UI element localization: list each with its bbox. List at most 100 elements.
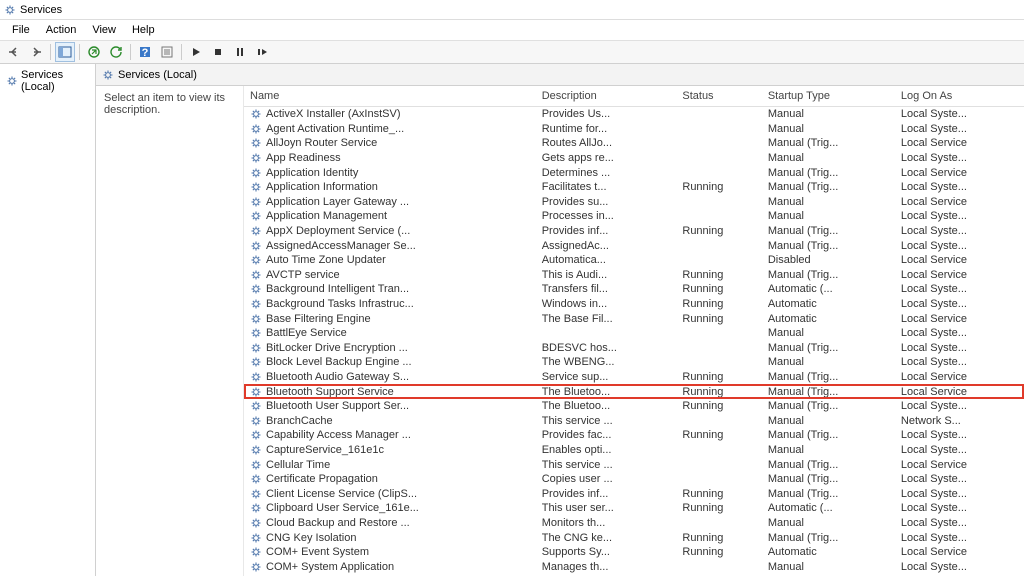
service-logon: Local Syste... [895,297,1024,312]
service-row[interactable]: App ReadinessGets apps re...ManualLocal … [244,151,1024,166]
service-row[interactable]: Certificate PropagationCopies user ...Ma… [244,472,1024,487]
service-logon: Local Service [895,370,1024,385]
back-button[interactable] [4,42,24,62]
service-row[interactable]: Auto Time Zone UpdaterAutomatica...Disab… [244,253,1024,268]
service-row[interactable]: AllJoyn Router ServiceRoutes AllJo...Man… [244,136,1024,151]
service-status: Running [676,428,761,443]
tree-node-services-local[interactable]: Services (Local) [4,68,91,94]
stop-service-button[interactable] [208,42,228,62]
menu-bar: File Action View Help [0,20,1024,40]
service-logon: Local Service [895,384,1024,399]
svg-text:?: ? [142,47,149,59]
service-desc: Facilitates t... [536,180,677,195]
service-logon: Local Syste... [895,428,1024,443]
service-row[interactable]: BitLocker Drive Encryption ...BDESVC hos… [244,341,1024,356]
service-startup: Manual (Trig... [762,136,895,151]
gear-icon [250,283,262,295]
service-row[interactable]: Application InformationFacilitates t...R… [244,180,1024,195]
service-status [676,443,761,458]
service-desc: Monitors th... [536,516,677,531]
service-desc: Service sup... [536,370,677,385]
service-row[interactable]: Client License Service (ClipS...Provides… [244,486,1024,501]
gear-icon [250,123,262,135]
menu-action[interactable]: Action [38,22,85,38]
service-row[interactable]: AppX Deployment Service (...Provides inf… [244,224,1024,239]
service-row[interactable]: Cellular TimeThis service ...Manual (Tri… [244,457,1024,472]
service-row[interactable]: AVCTP serviceThis is Audi...RunningManua… [244,268,1024,283]
service-status: Running [676,486,761,501]
col-name[interactable]: Name [244,86,536,107]
service-startup: Manual (Trig... [762,399,895,414]
gear-icon [250,313,262,325]
service-status: Running [676,297,761,312]
service-startup: Manual (Trig... [762,370,895,385]
help-button[interactable]: ? [135,42,155,62]
services-list[interactable]: Name Description Status Startup Type Log… [244,86,1024,576]
service-name: COM+ Event System [266,546,369,558]
service-logon: Local Syste... [895,180,1024,195]
forward-button[interactable] [26,42,46,62]
service-row[interactable]: CNG Key IsolationThe CNG ke...RunningMan… [244,530,1024,545]
service-desc: Automatica... [536,253,677,268]
menu-help[interactable]: Help [124,22,163,38]
column-headers[interactable]: Name Description Status Startup Type Log… [244,86,1024,107]
service-row[interactable]: BattlEye ServiceManualLocal Syste... [244,326,1024,341]
gear-icon [250,196,262,208]
service-desc: Provides su... [536,195,677,210]
gear-icon [250,167,262,179]
show-hide-tree-button[interactable] [55,42,75,62]
col-status[interactable]: Status [676,86,761,107]
service-row[interactable]: AssignedAccessManager Se...AssignedAc...… [244,238,1024,253]
service-status [676,151,761,166]
service-status: Running [676,399,761,414]
service-desc: Provides Us... [536,107,677,122]
properties-button[interactable] [157,42,177,62]
service-row[interactable]: BranchCacheThis service ...ManualNetwork… [244,413,1024,428]
service-row[interactable]: Bluetooth User Support Ser...The Bluetoo… [244,399,1024,414]
service-row[interactable]: Application ManagementProcesses in...Man… [244,209,1024,224]
service-status [676,165,761,180]
service-row[interactable]: Clipboard User Service_161e...This user … [244,501,1024,516]
gear-icon [250,137,262,149]
col-description[interactable]: Description [536,86,677,107]
service-desc: The Base Fil... [536,311,677,326]
service-row[interactable]: Base Filtering EngineThe Base Fil...Runn… [244,311,1024,326]
service-status: Running [676,224,761,239]
service-row[interactable]: CaptureService_161e1cEnables opti...Manu… [244,443,1024,458]
service-row[interactable]: ActiveX Installer (AxInstSV) Provides Us.… [244,107,1024,122]
service-row[interactable]: Capability Access Manager ...Provides fa… [244,428,1024,443]
service-row[interactable]: COM+ Event SystemSupports Sy...RunningAu… [244,545,1024,560]
gear-icon [250,240,262,252]
service-row[interactable]: Application Layer Gateway ...Provides su… [244,195,1024,210]
service-row[interactable]: Background Intelligent Tran...Transfers … [244,282,1024,297]
service-name: ActiveX Installer (AxInstSV) [266,108,401,120]
service-row[interactable]: Bluetooth Support ServiceThe Bluetoo...R… [244,384,1024,399]
gear-icon [250,225,262,237]
service-row[interactable]: Bluetooth Audio Gateway S...Service sup.… [244,370,1024,385]
col-startup[interactable]: Startup Type [762,86,895,107]
service-desc: The Bluetoo... [536,384,677,399]
service-row[interactable]: COM+ System ApplicationManages th...Manu… [244,559,1024,574]
service-logon: Local Syste... [895,516,1024,531]
service-desc: Provides inf... [536,224,677,239]
pause-service-button[interactable] [230,42,250,62]
service-startup: Manual [762,443,895,458]
service-logon: Local Syste... [895,238,1024,253]
col-logon[interactable]: Log On As [895,86,1024,107]
start-service-button[interactable] [186,42,206,62]
service-name: Clipboard User Service_161e... [266,502,419,514]
restart-service-button[interactable] [252,42,272,62]
service-row[interactable]: Block Level Backup Engine ...The WBENG..… [244,355,1024,370]
service-row[interactable]: Background Tasks Infrastruc...Windows in… [244,297,1024,312]
menu-file[interactable]: File [4,22,38,38]
refresh-button[interactable] [106,42,126,62]
menu-view[interactable]: View [84,22,124,38]
service-status [676,122,761,137]
service-row[interactable]: Agent Activation Runtime_...Runtime for.… [244,122,1024,137]
service-logon: Local Syste... [895,282,1024,297]
service-row[interactable]: Cloud Backup and Restore ...Monitors th.… [244,516,1024,531]
export-button[interactable] [84,42,104,62]
service-startup: Manual (Trig... [762,486,895,501]
service-status: Running [676,311,761,326]
service-row[interactable]: Application IdentityDetermines ...Manual… [244,165,1024,180]
